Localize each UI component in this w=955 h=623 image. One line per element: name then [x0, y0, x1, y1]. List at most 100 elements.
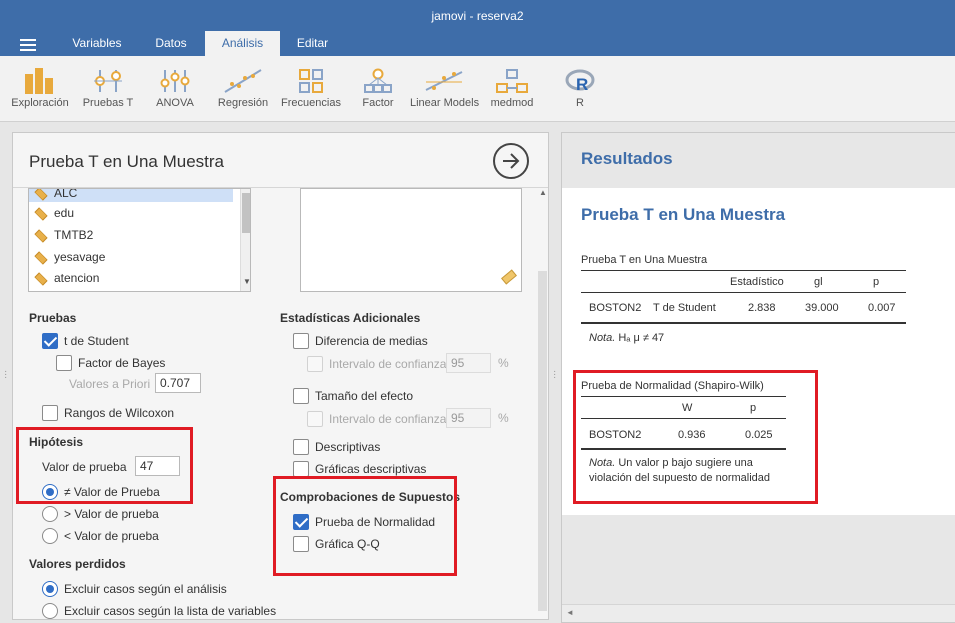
radio-less[interactable]: < Valor de prueba: [42, 526, 159, 544]
ribbon-label: Frecuencias: [281, 97, 341, 109]
checkbox[interactable]: [293, 332, 309, 349]
checkbox[interactable]: [293, 460, 309, 477]
checkbox[interactable]: [307, 410, 323, 427]
ribbon-pruebas-t[interactable]: Pruebas T: [80, 60, 136, 118]
variable-list[interactable]: ALC edu TMTB2 yesavage atencion ▼: [28, 188, 251, 292]
radio-button[interactable]: [42, 527, 58, 544]
list-item[interactable]: yesavage: [34, 248, 105, 266]
radio-greater[interactable]: > Valor de prueba: [42, 504, 159, 522]
ribbon-label: Factor: [362, 97, 394, 109]
table-note: Nota. Hₐ μ ≠ 47: [589, 332, 665, 344]
table-cell: 2.838: [748, 302, 776, 314]
descriptive-plots-checkbox[interactable]: Gráficas descriptivas: [293, 459, 426, 477]
ribbon-label: Pruebas T: [82, 97, 134, 109]
ribbon-label: Linear Models: [410, 97, 480, 109]
mean-diff-checkbox[interactable]: Diferencia de medias: [293, 331, 428, 349]
student-checkbox[interactable]: t de Student: [42, 331, 129, 349]
checkbox[interactable]: [42, 332, 58, 349]
variable-list-scrollbar[interactable]: ▼: [240, 189, 250, 291]
results-horizontal-scrollbar[interactable]: ◄: [562, 604, 955, 622]
ribbon-label: ANOVA: [156, 97, 194, 109]
percent-unit: %: [498, 411, 509, 425]
ribbon-frecuencias[interactable]: Frecuencias: [280, 60, 342, 118]
descriptives-checkbox[interactable]: Descriptivas: [293, 437, 380, 455]
continuous-variable-icon: [34, 251, 48, 265]
tab-analisis[interactable]: Análisis: [205, 31, 280, 56]
r-icon: R: [565, 69, 595, 94]
checkbox[interactable]: [56, 354, 72, 371]
left-splitter-grip[interactable]: · · ·: [4, 367, 7, 383]
ribbon-label: medmod: [490, 97, 534, 109]
scrollbar-thumb[interactable]: [242, 193, 250, 233]
ribbon-label: Regresión: [217, 97, 269, 109]
column-header: p: [873, 276, 880, 288]
ribbon-exploracion[interactable]: Exploración: [10, 60, 70, 118]
t-test-icon: [94, 70, 122, 92]
ribbon-factor[interactable]: Factor: [358, 60, 398, 118]
prior-input[interactable]: 0.707: [155, 373, 201, 393]
radio-button[interactable]: [42, 602, 58, 619]
ci2-input[interactable]: 95: [446, 408, 491, 428]
list-item[interactable]: TMTB2: [34, 226, 93, 244]
checkbox[interactable]: [42, 404, 58, 421]
highlight-box-normality: [573, 370, 818, 504]
analysis-title: Prueba T en Una Muestra: [29, 152, 224, 171]
bar-chart-icon: [25, 68, 53, 94]
list-item[interactable]: edu: [34, 204, 74, 222]
table-rule: [581, 292, 906, 293]
bayes-checkbox[interactable]: Factor de Bayes: [56, 353, 165, 371]
section-valores-perdidos: Valores perdidos: [29, 557, 126, 571]
table-caption: Prueba T en Una Muestra: [581, 254, 708, 266]
checkbox[interactable]: [293, 387, 309, 404]
highlight-box-hipotesis: [16, 427, 193, 504]
run-arrow-button[interactable]: [493, 143, 529, 179]
wilcoxon-checkbox[interactable]: Rangos de Wilcoxon: [42, 403, 174, 421]
table-cell: T de Student: [653, 302, 716, 314]
table-cell: BOSTON2: [589, 302, 642, 314]
list-item[interactable]: atencion: [34, 269, 99, 287]
tab-datos[interactable]: Datos: [142, 31, 200, 56]
center-splitter-grip[interactable]: · · ·: [553, 367, 556, 383]
ci2-checkbox[interactable]: Intervalo de confianza: [307, 409, 446, 427]
checkbox[interactable]: [307, 355, 323, 372]
ci-checkbox[interactable]: Intervalo de confianza: [307, 354, 446, 372]
column-header: gl: [814, 276, 823, 288]
continuous-variable-icon: [34, 207, 48, 221]
section-pruebas: Pruebas: [29, 311, 77, 325]
section-estadisticas-adicionales: Estadísticas Adicionales: [280, 311, 421, 325]
tab-variables[interactable]: Variables: [62, 31, 132, 56]
ribbon-regresion[interactable]: Regresión: [214, 60, 272, 118]
dependent-variables-box[interactable]: [300, 188, 522, 292]
effect-size-checkbox[interactable]: Tamaño del efecto: [293, 386, 413, 404]
tab-editar[interactable]: Editar: [285, 31, 340, 56]
factor-icon: [364, 68, 392, 93]
checkbox[interactable]: [293, 438, 309, 455]
frequencies-icon: [299, 69, 323, 93]
title-bar: jamovi - reserva2 Variables Datos Anális…: [0, 0, 955, 56]
results-heading: Resultados: [581, 149, 673, 168]
linear-models-icon: [425, 71, 463, 91]
scroll-down-icon[interactable]: ▼: [243, 277, 250, 286]
options-scrollbar[interactable]: [538, 271, 547, 611]
ribbon-linear-models[interactable]: Linear Models: [410, 60, 480, 118]
scroll-up-icon[interactable]: ▲: [539, 188, 547, 197]
radio-exclude-listwise[interactable]: Excluir casos según la lista de variable…: [42, 601, 276, 619]
continuous-variable-icon: [34, 189, 48, 201]
radio-exclude-analysis[interactable]: Excluir casos según el análisis: [42, 579, 227, 597]
ribbon-r[interactable]: R R: [562, 60, 598, 118]
list-item[interactable]: ALC: [29, 189, 233, 202]
continuous-variable-icon: [34, 229, 48, 243]
ci-input[interactable]: 95: [446, 353, 491, 373]
analysis-ribbon: Exploración Pruebas T ANOVA Regresión Fr…: [0, 56, 955, 122]
ribbon-medmod[interactable]: medmod: [488, 60, 536, 118]
radio-button[interactable]: [42, 580, 58, 597]
window-title: jamovi - reserva2: [431, 9, 524, 23]
table-rule: [581, 270, 906, 271]
hamburger-menu-icon[interactable]: [20, 39, 36, 51]
table-cell: 0.007: [868, 302, 896, 314]
svg-text:R: R: [576, 75, 588, 94]
radio-button[interactable]: [42, 505, 58, 522]
scroll-left-icon[interactable]: ◄: [566, 608, 574, 617]
ribbon-anova[interactable]: ANOVA: [150, 60, 200, 118]
table-cell: 39.000: [805, 302, 839, 314]
